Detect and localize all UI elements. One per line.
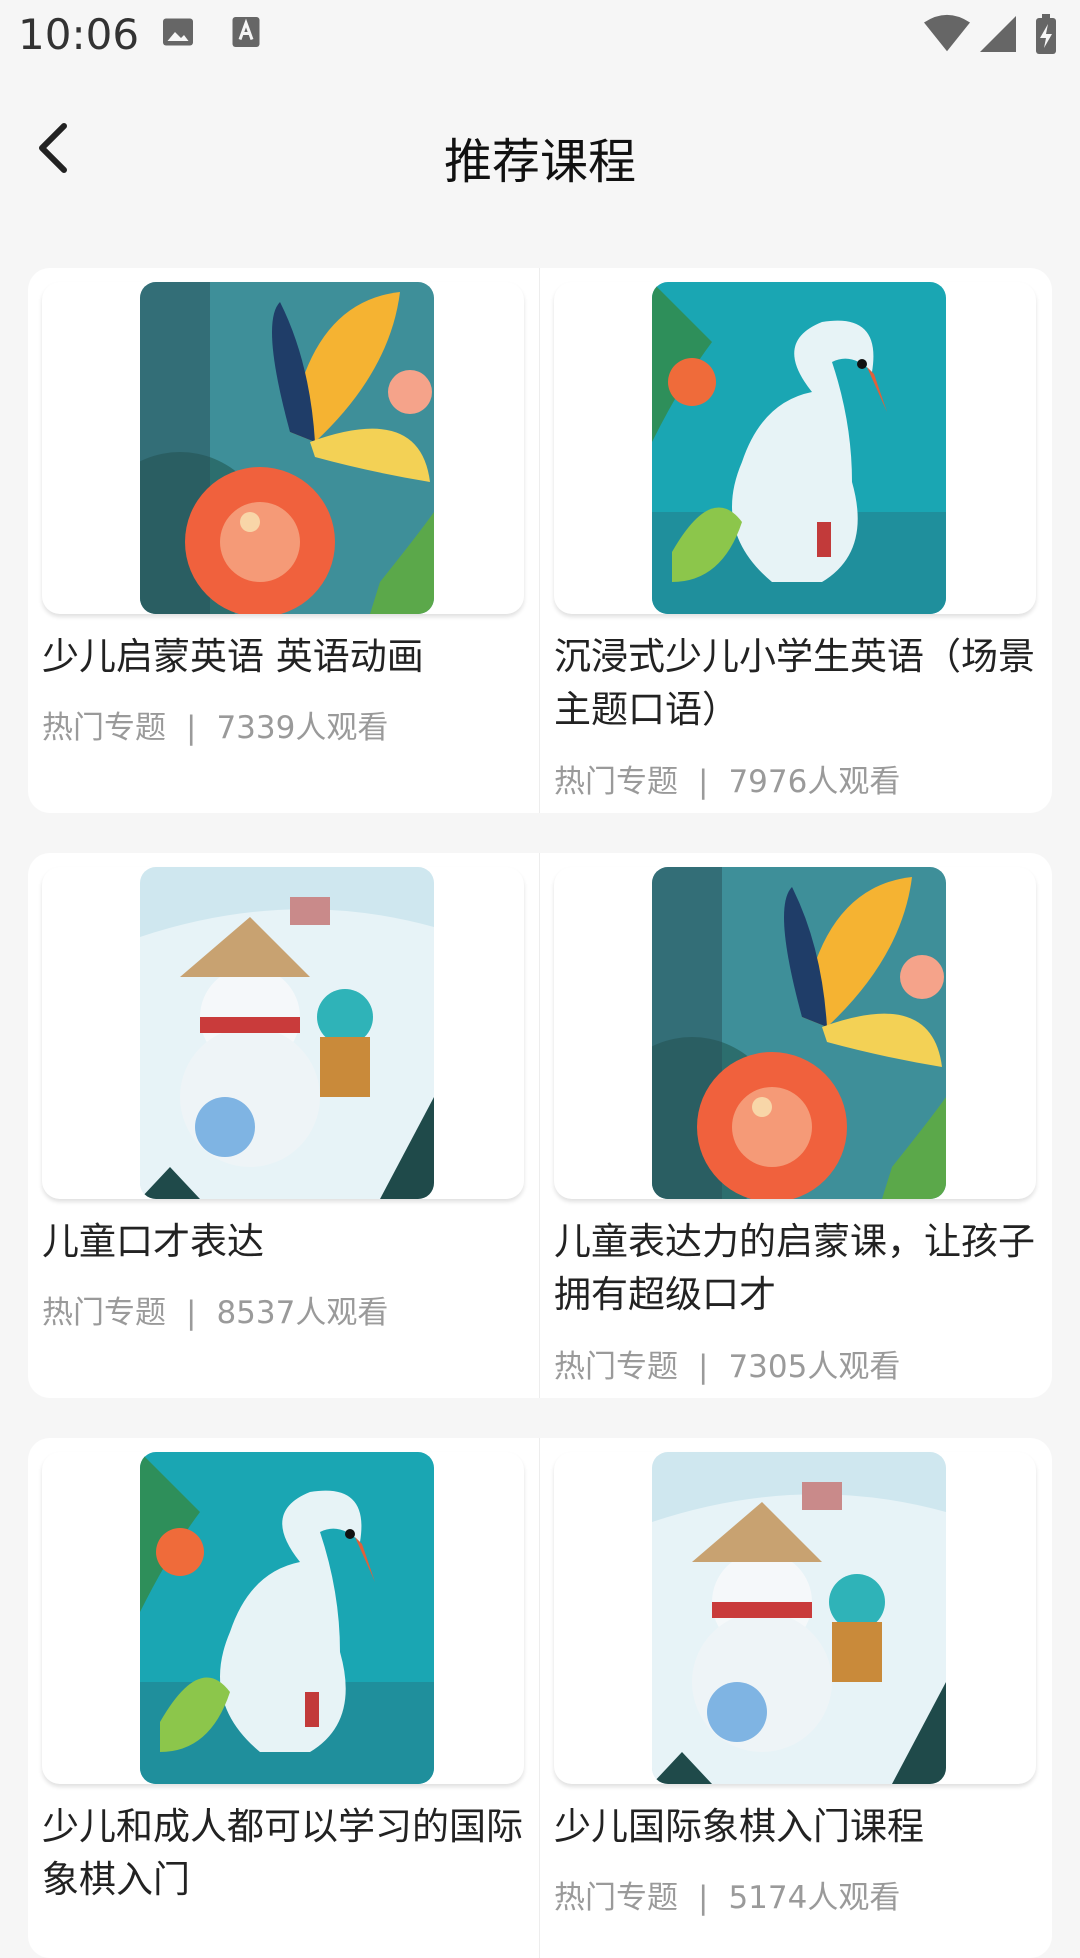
status-bar: 10:06 bbox=[0, 0, 1080, 72]
meta-separator: | bbox=[698, 764, 709, 800]
meta-separator: | bbox=[186, 710, 197, 746]
course-row: 少儿启蒙英语 英语动画 热门专题 | 7339人观看 沉浸式少儿小学生英语（场景主题… bbox=[28, 268, 1052, 813]
course-cover-image bbox=[652, 867, 946, 1199]
status-time: 10:06 bbox=[18, 10, 140, 59]
battery-charging-icon bbox=[1036, 14, 1056, 54]
title-bar: 推荐课程 bbox=[0, 72, 1080, 232]
course-views: 8537人观看 bbox=[216, 1295, 389, 1331]
course-title: 少儿启蒙英语 英语动画 bbox=[42, 635, 424, 678]
course-title: 沉浸式少儿小学生英语（场景主题口语） bbox=[554, 635, 1035, 731]
course-views: 7305人观看 bbox=[728, 1349, 901, 1385]
meta-separator: | bbox=[186, 1295, 197, 1331]
course-meta: 热门专题 | 7976人观看 bbox=[554, 756, 900, 801]
course-card[interactable]: 儿童表达力的启蒙课，让孩子拥有超级口才 热门专题 | 7305人观看 bbox=[540, 853, 1052, 1398]
course-card[interactable]: 少儿和成人都可以学习的国际象棋入门 bbox=[28, 1438, 540, 1958]
course-tag: 热门专题 bbox=[554, 764, 678, 800]
course-cover-image bbox=[652, 282, 946, 614]
course-row: 儿童口才表达 热门专题 | 8537人观看 儿童表达力的启蒙课，让孩子拥有超级口才 bbox=[28, 853, 1052, 1398]
course-views: 7976人观看 bbox=[728, 764, 901, 800]
page-title: 推荐课程 bbox=[443, 134, 636, 190]
course-cover-image bbox=[140, 1452, 434, 1784]
course-meta: 热门专题 | 8537人观看 bbox=[42, 1287, 388, 1332]
course-row: 少儿和成人都可以学习的国际象棋入门 少儿国际象棋入门课程 热门专题 | 5174人观… bbox=[28, 1438, 1052, 1958]
meta-separator: | bbox=[698, 1880, 709, 1916]
signal-icon bbox=[980, 16, 1016, 52]
course-card[interactable]: 少儿启蒙英语 英语动画 热门专题 | 7339人观看 bbox=[28, 268, 540, 813]
course-cover bbox=[554, 282, 1036, 614]
course-cover-image bbox=[652, 1452, 946, 1784]
text-notification-icon bbox=[232, 17, 260, 47]
course-title: 儿童口才表达 bbox=[42, 1220, 264, 1263]
course-meta: 热门专题 | 5174人观看 bbox=[554, 1872, 900, 1917]
course-cover bbox=[42, 867, 524, 1199]
course-title: 儿童表达力的启蒙课，让孩子拥有超级口才 bbox=[554, 1220, 1035, 1316]
course-cover bbox=[554, 867, 1036, 1199]
meta-separator: | bbox=[698, 1349, 709, 1385]
course-card[interactable]: 儿童口才表达 热门专题 | 8537人观看 bbox=[28, 853, 540, 1398]
course-cover bbox=[554, 1452, 1036, 1784]
course-views: 5174人观看 bbox=[728, 1880, 901, 1916]
course-cover bbox=[42, 1452, 524, 1784]
course-meta: 热门专题 | 7339人观看 bbox=[42, 702, 388, 747]
course-views: 7339人观看 bbox=[216, 710, 389, 746]
course-card[interactable]: 少儿国际象棋入门课程 热门专题 | 5174人观看 bbox=[540, 1438, 1052, 1958]
course-cover bbox=[42, 282, 524, 614]
course-title: 少儿国际象棋入门课程 bbox=[554, 1805, 924, 1848]
course-tag: 热门专题 bbox=[42, 710, 166, 746]
image-notification-icon bbox=[163, 18, 193, 46]
course-card[interactable]: 沉浸式少儿小学生英语（场景主题口语） 热门专题 | 7976人观看 bbox=[540, 268, 1052, 813]
wifi-icon bbox=[924, 14, 970, 52]
course-cover-image bbox=[140, 282, 434, 614]
course-title: 少儿和成人都可以学习的国际象棋入门 bbox=[42, 1805, 523, 1901]
course-tag: 热门专题 bbox=[554, 1349, 678, 1385]
course-cover-image bbox=[140, 867, 434, 1199]
course-tag: 热门专题 bbox=[42, 1295, 166, 1331]
course-tag: 热门专题 bbox=[554, 1880, 678, 1916]
course-meta: 热门专题 | 7305人观看 bbox=[554, 1341, 900, 1386]
